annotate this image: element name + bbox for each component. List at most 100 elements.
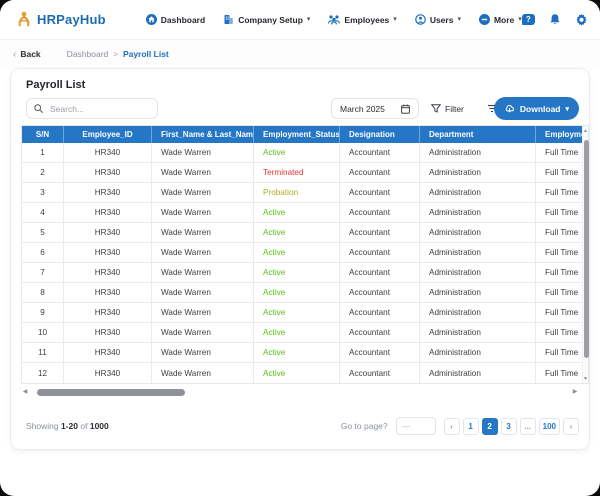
pagination: ‹ 1 2 3... 100 ›	[443, 417, 579, 435]
chevron-left-icon: ‹	[13, 48, 17, 60]
help-icon[interactable]: ?	[521, 14, 535, 25]
table-row[interactable]: 1 HR340 Wade Warren Active Accountant Ad…	[22, 143, 582, 163]
nav-item-employees[interactable]: Employees ▾	[328, 14, 397, 25]
cell-designation: Accountant	[340, 323, 420, 342]
cell-name: Wade Warren	[152, 143, 254, 162]
cell-designation: Accountant	[340, 283, 420, 302]
cell-department: Administration	[420, 203, 536, 222]
cell-name: Wade Warren	[152, 263, 254, 282]
table-row[interactable]: 6 HR340 Wade Warren Active Accountant Ad…	[22, 243, 582, 263]
search-input[interactable]	[48, 102, 150, 115]
cell-sn: 4	[22, 203, 64, 222]
download-button[interactable]: Download ▾	[493, 97, 579, 120]
cell-sn: 9	[22, 303, 64, 322]
goto-page-input[interactable]	[395, 417, 436, 435]
showing-prefix: Showing	[26, 421, 59, 431]
vertical-scroll-thumb[interactable]	[584, 140, 589, 358]
column-header-sn[interactable]: S/N	[22, 126, 64, 143]
cell-department: Administration	[420, 283, 536, 302]
user-circle-icon	[415, 14, 426, 25]
cell-employment-type: Full Time	[545, 268, 579, 277]
column-header-employment-status[interactable]: Employment_Status	[254, 126, 340, 143]
month-picker[interactable]: March 2025	[331, 98, 419, 119]
table-row[interactable]: 7 HR340 Wade Warren Active Accountant Ad…	[22, 263, 582, 283]
nav-item-company-setup[interactable]: Company Setup ▾	[223, 14, 310, 25]
table-row[interactable]: 4 HR340 Wade Warren Active Accountant Ad…	[22, 203, 582, 223]
page-button[interactable]: ‹	[443, 417, 460, 435]
back-button[interactable]: ‹ Back	[13, 49, 41, 60]
filter-funnel-icon	[431, 104, 441, 113]
filter-button[interactable]: Filter	[431, 98, 464, 119]
page-button[interactable]: 100	[538, 417, 560, 435]
cell-employee-id: HR340	[64, 243, 152, 262]
page-button[interactable]: 1	[462, 417, 479, 435]
cell-employment-type: Full Time	[545, 208, 579, 217]
cell-department: Administration	[420, 183, 536, 202]
cell-designation: Accountant	[340, 143, 420, 162]
cell-employment-type: Full Time	[545, 288, 579, 297]
brand-name: HRPayHub	[37, 12, 106, 27]
nav-item-users[interactable]: Users ▾	[415, 14, 461, 25]
bell-icon	[550, 14, 560, 24]
page-button[interactable]: 2	[481, 417, 498, 435]
breadcrumb-current: Payroll List	[122, 49, 169, 59]
column-header-employment-type[interactable]: Employment_Type	[536, 126, 582, 143]
top-nav: HRPayHub Dashboard Company Setup ▾ Emplo…	[0, 0, 600, 40]
cell-sn: 1	[22, 143, 64, 162]
nav-item-dashboard[interactable]: Dashboard	[145, 14, 205, 25]
cell-status: Active	[254, 263, 340, 282]
cell-status: Active	[254, 343, 340, 362]
scroll-down-icon[interactable]: ▼	[583, 376, 588, 382]
brand-logo[interactable]: HRPayHub	[16, 11, 106, 29]
table-row[interactable]: 3 HR340 Wade Warren Probation Accountant…	[22, 183, 582, 203]
download-cloud-icon	[505, 105, 514, 113]
main-nav: Dashboard Company Setup ▾ Employees ▾ Us…	[145, 14, 522, 25]
nav-item-more[interactable]: More ▾	[478, 14, 522, 25]
table-row[interactable]: 10 HR340 Wade Warren Active Accountant A…	[22, 323, 582, 343]
breadcrumb-separator: >	[113, 49, 118, 59]
horizontal-scrollbar[interactable]: ◀ ▶	[21, 388, 579, 397]
horizontal-scroll-thumb[interactable]	[37, 389, 185, 396]
cell-department: Administration	[420, 343, 536, 362]
cell-status: Active	[254, 283, 340, 302]
cell-designation: Accountant	[340, 203, 420, 222]
table-header-row: S/N Employee_ID First_Name & Last_Name E…	[22, 126, 582, 143]
cell-name: Wade Warren	[152, 203, 254, 222]
chevron-down-icon: ▾	[457, 16, 461, 23]
table-row[interactable]: 9 HR340 Wade Warren Active Accountant Ad…	[22, 303, 582, 323]
column-header-employee-id[interactable]: Employee_ID	[64, 126, 152, 143]
table-row[interactable]: 5 HR340 Wade Warren Active Accountant Ad…	[22, 223, 582, 243]
cell-employee-id: HR340	[64, 323, 152, 342]
table-row[interactable]: 11 HR340 Wade Warren Active Accountant A…	[22, 343, 582, 363]
scroll-up-icon[interactable]: ▲	[583, 128, 588, 134]
vertical-scrollbar[interactable]: ▲ ▼	[582, 126, 589, 383]
table-row[interactable]: 2 HR340 Wade Warren Terminated Accountan…	[22, 163, 582, 183]
cell-status: Active	[254, 363, 340, 383]
page-button[interactable]: ...	[519, 417, 536, 435]
cell-sn: 6	[22, 243, 64, 262]
building-icon	[224, 15, 233, 24]
cell-employee-id: HR340	[64, 283, 152, 302]
chevron-down-icon: ▾	[306, 16, 311, 23]
table-row[interactable]: 12 HR340 Wade Warren Active Accountant A…	[22, 363, 582, 383]
cell-status: Terminated	[254, 163, 340, 182]
column-header-name[interactable]: First_Name & Last_Name	[152, 126, 254, 143]
horizontal-scroll-track[interactable]	[29, 389, 571, 396]
cell-employee-id: HR340	[64, 143, 152, 162]
scroll-left-icon[interactable]: ◀	[21, 388, 29, 397]
breadcrumb: Dashboard > Payroll List	[67, 49, 169, 59]
settings-button[interactable]	[575, 13, 588, 26]
cell-status: Probation	[254, 183, 340, 202]
table-row[interactable]: 8 HR340 Wade Warren Active Accountant Ad…	[22, 283, 582, 303]
column-header-designation[interactable]: Designation	[340, 126, 420, 143]
notifications-button[interactable]	[549, 13, 561, 26]
cell-name: Wade Warren	[152, 163, 254, 182]
page-button[interactable]: 3	[500, 417, 517, 435]
goto-page-label: Go to page?	[340, 421, 388, 431]
cell-status: Active	[254, 223, 340, 242]
scroll-right-icon[interactable]: ▶	[571, 388, 579, 397]
cell-employment-type: Full Time	[545, 168, 579, 177]
breadcrumb-dashboard[interactable]: Dashboard	[67, 49, 109, 59]
page-button[interactable]: ›	[563, 417, 579, 435]
column-header-department[interactable]: Department	[420, 126, 536, 143]
